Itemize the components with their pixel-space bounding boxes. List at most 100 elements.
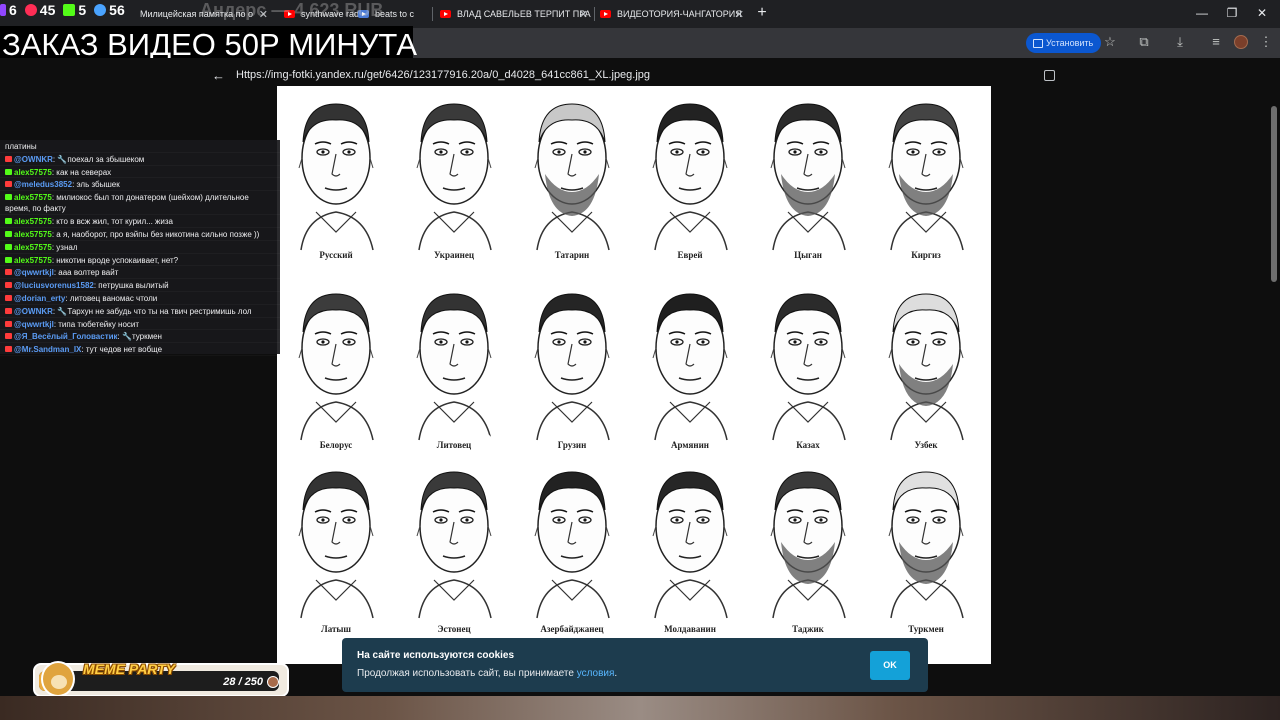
cookie-ok-button[interactable]: OK [870, 651, 910, 680]
tab-strip: Милицейская памятка по о ✕ synthwave rad… [0, 0, 1280, 28]
extensions-icon[interactable]: ⧉ [1136, 34, 1152, 50]
chat-username[interactable]: alex57575 [14, 256, 52, 265]
face-label: Латыш [320, 624, 352, 634]
chat-message: alex57575: а я, наоборот, про вэйпы без … [0, 228, 280, 241]
chat-username[interactable]: @qwwrtkjl [14, 268, 54, 277]
youtube-icon [5, 269, 12, 276]
chat-message: @qwwrtkjl: ааа волтер вайт [0, 266, 280, 279]
close-icon[interactable]: ✕ [579, 8, 588, 21]
face-label: Азербайджанец [540, 624, 604, 634]
chat-message: @Mr.Sandman_IX: тут чедов нет вобще [0, 343, 280, 356]
webcam-strip [0, 696, 1280, 720]
chat-message: @Я_Весёлый_Головастик: 🔧туркмен [0, 330, 280, 343]
cookie-title: На сайте используются cookies [357, 650, 515, 661]
scrollbar-thumb[interactable] [1271, 106, 1277, 282]
bookmark-star-icon[interactable]: ☆ [1102, 34, 1118, 50]
chat-username[interactable]: alex57575 [14, 168, 52, 177]
face-portrait [416, 471, 492, 619]
youtube-icon [5, 155, 12, 162]
stat-value: 56 [109, 2, 125, 18]
stat-twitch: 6 [0, 2, 17, 18]
face-portrait [534, 471, 610, 619]
chat-header: платины [0, 140, 280, 153]
reading-list-icon[interactable]: ≡ [1208, 34, 1224, 50]
youtube-icon [440, 10, 451, 18]
face-portrait [652, 293, 728, 441]
face-portrait [298, 293, 374, 441]
stat-viewers: 56 [94, 2, 125, 18]
face-label: Татарин [554, 250, 590, 260]
download-icon[interactable]: ⤓ [1172, 34, 1188, 50]
chat-text: никотин вроде успокаивает, нет? [56, 255, 179, 265]
menu-kebab-icon[interactable]: ⋮ [1258, 34, 1274, 50]
face-portrait [770, 103, 846, 251]
face-label: Белорус [319, 440, 353, 450]
youtube-icon [5, 346, 12, 353]
side-panel-icon[interactable] [1044, 70, 1055, 81]
stat-value: 45 [39, 2, 56, 18]
chat-text: 🔧Тархун не забудь что ты на твич рестрим… [57, 306, 252, 316]
close-window-button[interactable]: ✕ [1254, 6, 1270, 20]
new-tab-button[interactable]: + [754, 5, 770, 21]
twitch-icon [0, 4, 6, 16]
stat-kick: 5 [63, 2, 86, 18]
chat-text: тут чедов нет вобще [85, 345, 163, 355]
chat-username[interactable]: @Я_Весёлый_Головастик [14, 332, 118, 341]
face-portrait [770, 471, 846, 619]
back-arrow-icon[interactable]: ← [212, 68, 225, 83]
youtube-icon [5, 294, 12, 301]
chat-text: типа тюбетейку носит [58, 319, 140, 329]
chat-username[interactable]: @meledus3852 [14, 180, 72, 189]
chat-username[interactable]: @dorian_erty [14, 294, 65, 303]
cookie-text: Продолжая использовать сайт, вы принимае… [357, 668, 617, 679]
face-label: Туркмен [908, 624, 944, 634]
stat-value: 6 [9, 2, 17, 18]
chat-username[interactable]: alex57575 [14, 230, 52, 239]
chat-text: литовец ваномас чтоли [69, 293, 158, 303]
chat-text: 🔧поехал за збышеком [57, 154, 145, 164]
kick-icon [5, 168, 12, 175]
chat-message: @dorian_erty: литовец ваномас чтоли [0, 292, 280, 305]
stat-value: 5 [78, 2, 87, 18]
face-label: Украинец [433, 250, 475, 260]
cookie-banner: На сайте используются cookies Продолжая … [342, 638, 928, 692]
face-label: Эстонец [437, 624, 471, 634]
kick-icon [5, 230, 12, 237]
image-url: Https://img-fotki.yandex.ru/get/6426/123… [236, 69, 651, 81]
tab-vlad[interactable]: ВЛАД САВЕЛЬЕВ ТЕРПИТ ПРА ✕ [440, 2, 592, 26]
close-icon[interactable]: ✕ [735, 8, 744, 21]
cookie-terms-link[interactable]: условия [577, 668, 615, 679]
face-portrait [888, 293, 964, 441]
chat-message: alex57575: как на северах [0, 166, 280, 179]
coin-icon [267, 676, 279, 688]
chat-username[interactable]: alex57575 [14, 243, 52, 252]
donation-ghost-overlay: Андерс — 4 623 RUB [200, 0, 384, 20]
tab-videotoria[interactable]: ВИДЕОТОРИЯ-ЧАНГАТОРИЯ ✕ [600, 2, 748, 26]
chat-text: а я, наоборот, про вэйпы без никотина си… [56, 229, 260, 239]
scrollbar[interactable] [1269, 58, 1280, 720]
chat-username[interactable]: alex57575 [14, 217, 52, 226]
chat-username[interactable]: @OWNKR [14, 155, 53, 164]
chat-username[interactable]: @luciusvorenus1582 [14, 281, 94, 290]
chat-username[interactable]: @qwwrtkjl [14, 320, 54, 329]
install-app-button[interactable]: Установить [1026, 33, 1102, 53]
face-portrait [534, 103, 610, 251]
ethnic-types-image: Русский Украинец Татарин Еврей Цыган Киргиз Бе… [277, 86, 991, 664]
kick-icon [63, 4, 76, 16]
chat-username[interactable]: alex57575 [14, 193, 52, 202]
chat-message: alex57575: никотин вроде успокаивает, не… [0, 254, 280, 267]
chat-message: alex57575: милиокос был топ донатером (ш… [0, 191, 280, 215]
chat-text: узнал [56, 242, 78, 252]
chat-username[interactable]: @OWNKR [14, 307, 53, 316]
cookie-text-after: . [614, 668, 618, 679]
kick-icon [5, 194, 12, 201]
profile-avatar[interactable] [1234, 35, 1248, 49]
doge-icon [41, 661, 75, 697]
stat-youtube: 45 [24, 2, 56, 18]
meme-party-title: MEME PARTY [83, 661, 176, 677]
chat-message: @OWNKR: 🔧поехал за збышеком [0, 153, 280, 166]
chat-username[interactable]: @Mr.Sandman_IX [14, 345, 81, 354]
minimize-button[interactable]: — [1194, 6, 1210, 20]
restore-button[interactable]: ❐ [1224, 6, 1240, 20]
tab-divider [432, 7, 433, 21]
